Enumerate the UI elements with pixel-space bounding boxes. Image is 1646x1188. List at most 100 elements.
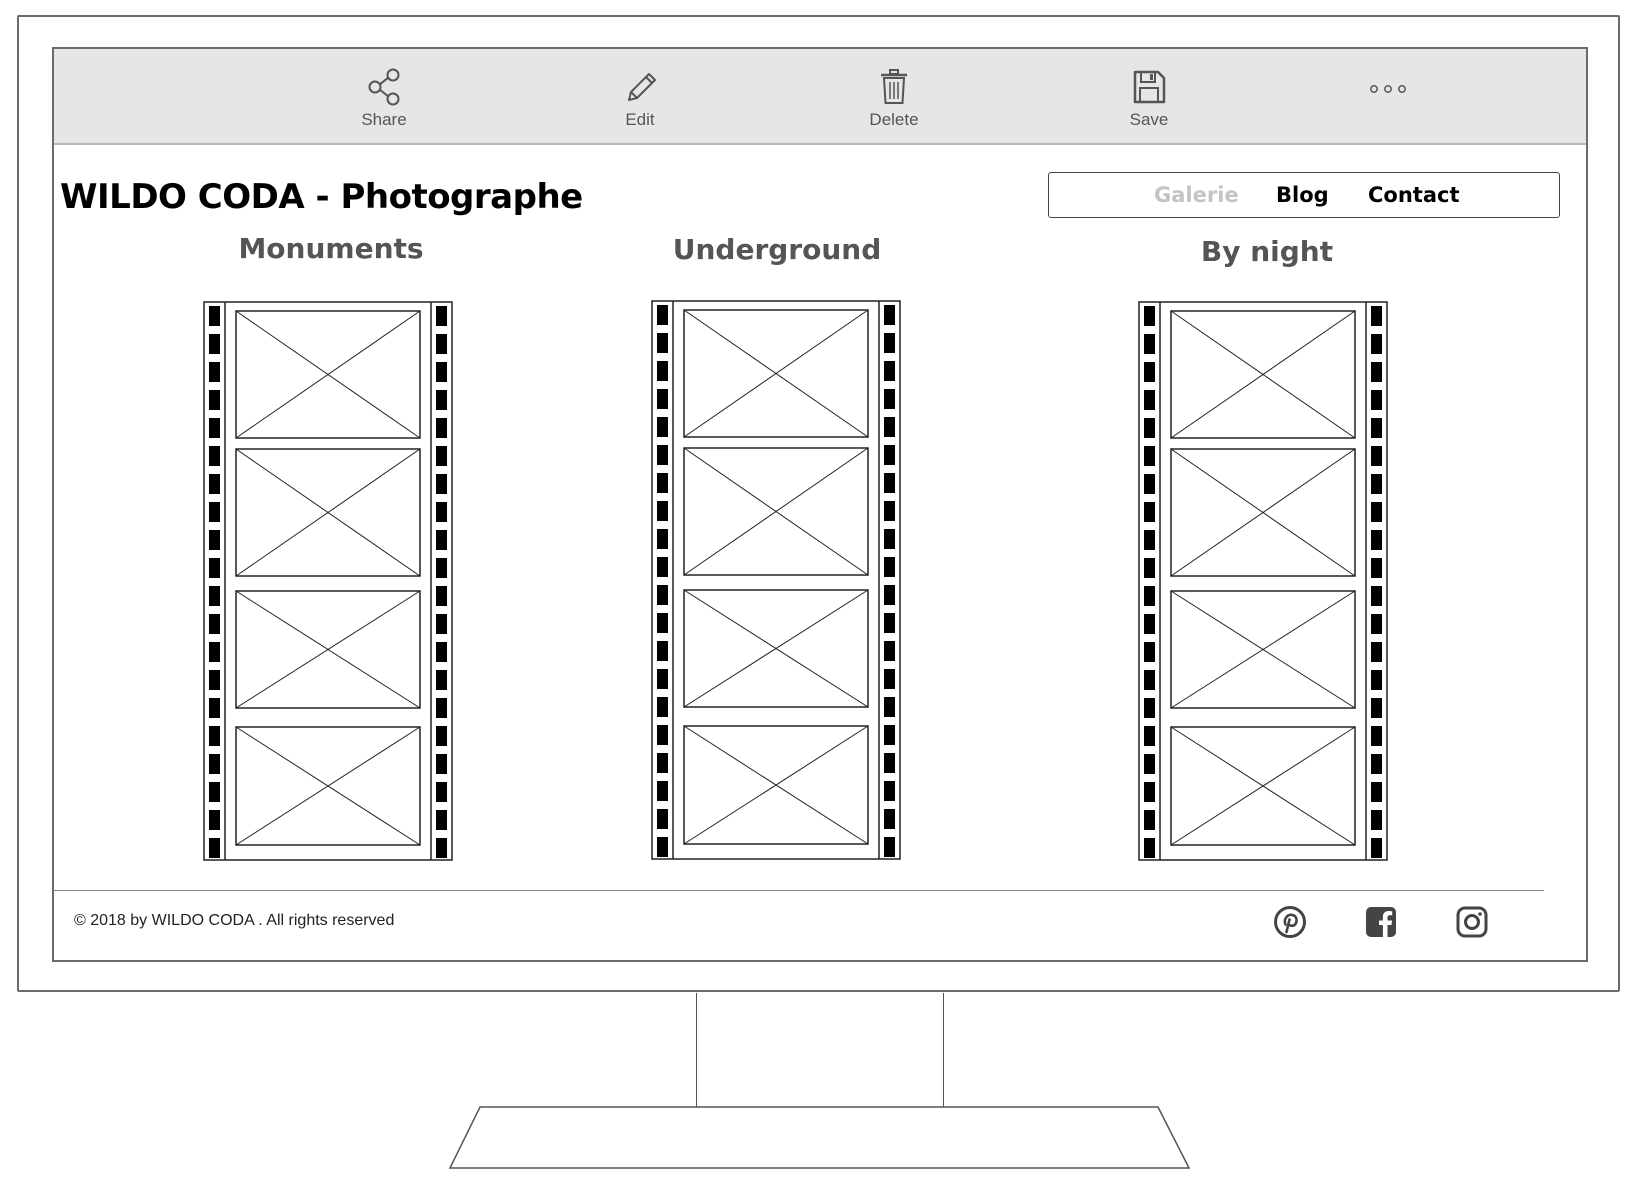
film-sprocket-hole: [657, 305, 668, 325]
trash-icon: [881, 69, 907, 104]
film-sprocket-hole: [1144, 726, 1155, 746]
share-label: Share: [361, 110, 407, 129]
film-sprocket-hole: [209, 726, 220, 746]
film-sprocket-hole: [436, 726, 447, 746]
floppy-disk-icon: [1133, 70, 1166, 104]
film-sprocket-hole: [1144, 334, 1155, 354]
film-sprocket-hole: [1144, 698, 1155, 718]
film-sprocket-hole: [657, 725, 668, 745]
film-sprocket-hole: [1144, 614, 1155, 634]
share-icon: [368, 68, 400, 106]
film-sprocket-hole: [1144, 642, 1155, 662]
copyright-text: © 2018 by WILDO CODA . All rights reserv…: [74, 912, 395, 929]
film-sprocket-hole: [1371, 502, 1382, 522]
film-sprocket-hole: [884, 389, 895, 409]
film-sprocket-hole: [657, 445, 668, 465]
film-sprocket-hole: [1371, 614, 1382, 634]
film-sprocket-hole: [209, 586, 220, 606]
save-button[interactable]: Save: [1089, 67, 1209, 137]
film-strip-by-night[interactable]: [1138, 301, 1388, 861]
film-sprocket-hole: [1144, 362, 1155, 382]
film-sprocket-hole: [1371, 754, 1382, 774]
film-sprocket-hole: [657, 585, 668, 605]
film-sprocket-hole: [436, 502, 447, 522]
film-sprocket-hole: [884, 725, 895, 745]
film-sprocket-hole: [884, 837, 895, 857]
film-sprocket-hole: [1144, 754, 1155, 774]
monitor-stand-base: [448, 1106, 1190, 1169]
film-sprocket-hole: [209, 782, 220, 802]
film-sprocket-hole: [657, 333, 668, 353]
film-strip-underground[interactable]: [651, 300, 901, 860]
instagram-icon[interactable]: [1455, 905, 1489, 939]
film-sprocket-hole: [1144, 474, 1155, 494]
main-nav: Galerie Blog Contact: [1048, 172, 1560, 218]
nav-item-blog[interactable]: Blog: [1276, 183, 1329, 207]
more-options-button[interactable]: [1363, 77, 1413, 101]
film-sprocket-hole: [209, 474, 220, 494]
nav-item-galerie[interactable]: Galerie: [1154, 183, 1239, 207]
film-sprocket-hole: [436, 418, 447, 438]
film-sprocket-hole: [657, 557, 668, 577]
film-sprocket-hole: [657, 781, 668, 801]
film-sprocket-hole: [1144, 306, 1155, 326]
film-sprocket-hole: [436, 642, 447, 662]
film-sprocket-hole: [657, 753, 668, 773]
film-sprocket-hole: [209, 530, 220, 550]
film-sprocket-hole: [884, 781, 895, 801]
film-sprocket-hole: [1144, 838, 1155, 858]
film-sprocket-hole: [436, 558, 447, 578]
film-sprocket-hole: [436, 334, 447, 354]
film-sprocket-hole: [884, 697, 895, 717]
film-sprocket-hole: [1371, 306, 1382, 326]
gallery-title-by-night: By night: [1200, 235, 1334, 268]
delete-button[interactable]: Delete: [834, 67, 954, 137]
pencil-icon: [628, 73, 656, 101]
film-sprocket-hole: [1371, 698, 1382, 718]
film-sprocket-hole: [436, 698, 447, 718]
film-strip-monuments[interactable]: [203, 301, 453, 861]
film-sprocket-hole: [1371, 446, 1382, 466]
film-sprocket-hole: [436, 306, 447, 326]
facebook-icon[interactable]: [1364, 905, 1398, 939]
monitor-frame: Share Edit Delete Save WILDO CODA - Phot…: [17, 15, 1620, 992]
film-sprocket-hole: [884, 557, 895, 577]
film-sprocket-hole: [884, 529, 895, 549]
film-sprocket-hole: [436, 838, 447, 858]
film-sprocket-hole: [1144, 670, 1155, 690]
film-sprocket-hole: [436, 530, 447, 550]
film-sprocket-hole: [209, 390, 220, 410]
film-sprocket-hole: [209, 558, 220, 578]
film-sprocket-hole: [1144, 586, 1155, 606]
film-sprocket-hole: [657, 669, 668, 689]
film-sprocket-hole: [1371, 362, 1382, 382]
film-sprocket-hole: [436, 586, 447, 606]
film-sprocket-hole: [657, 837, 668, 857]
nav-item-contact[interactable]: Contact: [1368, 183, 1460, 207]
film-sprocket-hole: [1371, 782, 1382, 802]
film-sprocket-hole: [884, 417, 895, 437]
film-sprocket-hole: [1144, 502, 1155, 522]
film-sprocket-hole: [657, 473, 668, 493]
film-sprocket-hole: [657, 697, 668, 717]
edit-button[interactable]: Edit: [580, 67, 700, 137]
film-sprocket-hole: [436, 390, 447, 410]
film-sprocket-hole: [1144, 530, 1155, 550]
film-sprocket-hole: [209, 306, 220, 326]
film-sprocket-hole: [1371, 390, 1382, 410]
more-dots-icon: [1370, 85, 1406, 93]
film-sprocket-hole: [436, 754, 447, 774]
pinterest-icon[interactable]: [1273, 905, 1307, 939]
film-sprocket-hole: [209, 642, 220, 662]
film-sprocket-hole: [884, 361, 895, 381]
film-sprocket-hole: [1371, 586, 1382, 606]
film-sprocket-hole: [1371, 642, 1382, 662]
film-sprocket-hole: [209, 838, 220, 858]
film-sprocket-hole: [436, 670, 447, 690]
film-sprocket-hole: [1144, 782, 1155, 802]
film-sprocket-hole: [1371, 838, 1382, 858]
save-label: Save: [1129, 110, 1169, 129]
share-button[interactable]: Share: [324, 67, 444, 137]
film-sprocket-hole: [1371, 670, 1382, 690]
film-sprocket-hole: [436, 782, 447, 802]
